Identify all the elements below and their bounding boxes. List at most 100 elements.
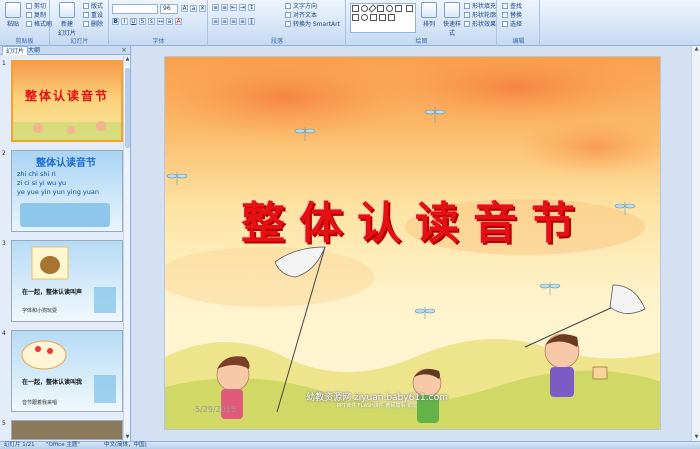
thumbnail-scrollbar[interactable]: ▲ ▼: [123, 56, 130, 441]
outline-icon: [464, 12, 470, 18]
thumb-text: 在一起，整体认读叫声: [22, 289, 83, 296]
paste-icon: [5, 2, 21, 18]
cut-button[interactable]: 剪切: [26, 2, 46, 11]
font-name-box[interactable]: [112, 4, 158, 14]
drawing-label: 绘图: [415, 38, 428, 45]
paste-button[interactable]: 粘贴: [1, 2, 25, 28]
thumb-pinyin-3: ye yue yin yun ying yuan: [17, 188, 99, 196]
thumb-text: 在一起，整体认读叫我: [22, 379, 83, 386]
slide-site-subtitle: PPT课件 FLASH课件 教师故事 论坛: [337, 403, 417, 409]
shapes-gallery[interactable]: [350, 3, 416, 33]
columns-icon[interactable]: ‖: [248, 18, 255, 25]
slide-number: 1: [2, 60, 6, 67]
clipboard-label: 剪贴板: [15, 38, 34, 45]
editing-group: 查找 替换 选择 编辑: [498, 0, 540, 46]
case-icon[interactable]: a: [166, 18, 173, 25]
slide-counter: 幻灯片 1/21: [4, 442, 35, 448]
reset-button[interactable]: 重设: [83, 11, 103, 20]
slide-thumbnail[interactable]: 整体认读音节: [11, 60, 123, 142]
thumb-title: 整体认读音节: [24, 89, 109, 103]
panel-tabs: 幻灯片 大纲 ×: [0, 46, 130, 55]
smartart-button[interactable]: 转换为 SmartArt: [285, 20, 340, 29]
smartart-icon: [285, 21, 291, 27]
slide-thumbnail[interactable]: 整体认读音节 zhi chi shi ri zi ci si yi wu yu …: [11, 150, 123, 232]
tab-outline[interactable]: 大纲: [25, 46, 43, 55]
line-spacing-icon[interactable]: ↕: [248, 4, 255, 11]
arrange-icon: [421, 2, 437, 18]
slide-thumbnail[interactable]: 在一起，整体认读叫我 音节跟着我来唱: [11, 330, 123, 412]
slides-group: 新建 幻灯片 版式 重设 删除 幻灯片: [51, 0, 109, 46]
find-button[interactable]: 查找: [502, 2, 522, 11]
scroll-thumb[interactable]: [125, 68, 130, 148]
replace-button[interactable]: 替换: [502, 11, 522, 20]
shape-outline-button[interactable]: 形状轮廓: [464, 11, 496, 20]
bullets-icon[interactable]: ≡: [212, 4, 219, 11]
layout-button[interactable]: 版式: [83, 2, 103, 11]
align-left-icon[interactable]: ≡: [212, 18, 219, 25]
new-slide-button[interactable]: 新建 幻灯片: [54, 2, 80, 37]
thumb-title: 整体认读音节: [36, 158, 96, 169]
shadow-icon[interactable]: s: [148, 18, 155, 25]
new-slide-icon: [59, 2, 75, 18]
editing-label: 编辑: [512, 38, 525, 45]
shape-effects-button[interactable]: 形状效果: [464, 20, 496, 29]
decrease-indent-icon[interactable]: ⇤: [230, 4, 237, 11]
shrink-font-icon[interactable]: a: [190, 5, 197, 12]
theme-name[interactable]: "Office 主题": [46, 442, 80, 449]
language-indicator[interactable]: 中文(简体，中国): [104, 442, 147, 449]
replace-icon: [502, 12, 508, 18]
increase-indent-icon[interactable]: ⇥: [239, 4, 246, 11]
text-direction-button[interactable]: 文字方向: [285, 2, 317, 11]
align-right-icon[interactable]: ≡: [230, 18, 237, 25]
delete-icon: [83, 21, 89, 27]
justify-icon[interactable]: ≡: [239, 18, 246, 25]
underline-icon[interactable]: U: [130, 18, 137, 25]
close-icon[interactable]: ×: [121, 46, 127, 55]
scroll-up-icon[interactable]: ▲: [124, 56, 131, 63]
format-painter-button[interactable]: 格式刷: [26, 20, 52, 29]
slide-number: 3: [2, 240, 6, 247]
font-color-icon[interactable]: A: [175, 18, 182, 25]
fill-icon: [464, 3, 470, 9]
align-text-button[interactable]: 对齐文本: [285, 11, 317, 20]
select-button[interactable]: 选择: [502, 20, 522, 29]
scroll-down-icon[interactable]: ▼: [124, 434, 131, 441]
scissors-icon: [26, 3, 32, 9]
layout-icon: [83, 3, 89, 9]
thumb-sub: 音节跟着我来唱: [22, 400, 58, 406]
main-scrollbar[interactable]: ▲ ▼: [691, 46, 700, 441]
spacing-icon[interactable]: ↔: [157, 18, 164, 25]
search-icon: [502, 3, 508, 9]
numbering-icon[interactable]: ≡: [221, 4, 228, 11]
slide-number: 4: [2, 330, 6, 337]
bold-icon[interactable]: B: [112, 18, 119, 25]
scroll-down-icon[interactable]: ▼: [693, 434, 700, 441]
quick-styles-button[interactable]: 快速样式: [441, 2, 463, 37]
align-center-icon[interactable]: ≡: [221, 18, 228, 25]
paragraph-group: ≡ ≡ ⇤ ⇥ ↕ ≡ ≡ ≡ ≡ ‖ 文字方向 对齐文本 转换为 SmartA…: [209, 0, 346, 46]
slide-number: 2: [2, 150, 6, 157]
clear-format-icon[interactable]: ✕: [199, 5, 206, 12]
font-label: 字体: [152, 38, 165, 45]
thumb-decoration: [20, 203, 110, 227]
delete-button[interactable]: 删除: [83, 20, 103, 29]
slide-date[interactable]: 5/29/2015: [195, 405, 236, 414]
cursor-icon: [502, 21, 508, 27]
slide-thumbnail[interactable]: [11, 420, 123, 440]
clipboard-group: 粘贴 剪切 复制 格式刷 剪贴板: [0, 0, 52, 46]
current-slide[interactable]: 整体认读音节 幼教资源网 ziyuan.baby611.com PPT课件 FL…: [164, 56, 661, 430]
italic-icon[interactable]: I: [121, 18, 128, 25]
font-size-box[interactable]: 96: [160, 4, 178, 14]
slide-title[interactable]: 整体认读音节: [215, 187, 615, 251]
thumb-sub: 字体和小狗玩耍: [22, 308, 58, 314]
quick-styles-icon: [444, 2, 460, 18]
reset-icon: [83, 12, 89, 18]
copy-button[interactable]: 复制: [26, 11, 46, 20]
strikethrough-icon[interactable]: S: [139, 18, 146, 25]
shape-fill-button[interactable]: 形状填充: [464, 2, 496, 11]
arrange-button[interactable]: 排列: [417, 2, 441, 28]
slide-thumbnail[interactable]: 在一起，整体认读叫声 字体和小狗玩耍: [11, 240, 123, 322]
grow-font-icon[interactable]: A: [181, 5, 188, 12]
thumb-pinyin-2: zi ci si yi wu yu: [17, 179, 67, 187]
scroll-up-icon[interactable]: ▲: [693, 46, 700, 53]
